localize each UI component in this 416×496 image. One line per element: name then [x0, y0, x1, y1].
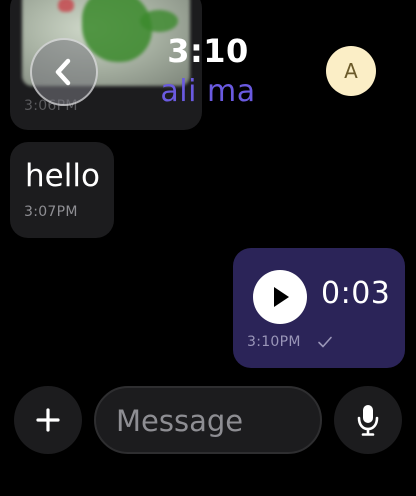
message-text: hello	[25, 158, 100, 194]
message-input[interactable]: Message	[94, 386, 322, 454]
microphone-icon	[357, 405, 379, 436]
image-content-figure-tail	[140, 10, 178, 32]
add-attachment-button[interactable]	[14, 386, 82, 454]
message-input-placeholder: Message	[116, 404, 244, 438]
image-content-heart	[58, 0, 74, 12]
voice-message-bubble[interactable]: 0:03 3:10PM	[233, 248, 405, 368]
avatar[interactable]: A	[326, 46, 376, 96]
message-timestamp: 3:10PM	[247, 334, 301, 350]
plus-icon	[36, 408, 60, 432]
voice-duration: 0:03	[321, 276, 391, 311]
play-button[interactable]	[253, 270, 307, 324]
text-message-bubble[interactable]: hello 3:07PM	[10, 142, 114, 238]
message-timestamp: 3:07PM	[24, 204, 78, 220]
check-icon	[318, 336, 332, 348]
avatar-initial: A	[344, 59, 358, 83]
dictation-button[interactable]	[334, 386, 402, 454]
play-icon	[274, 287, 289, 307]
